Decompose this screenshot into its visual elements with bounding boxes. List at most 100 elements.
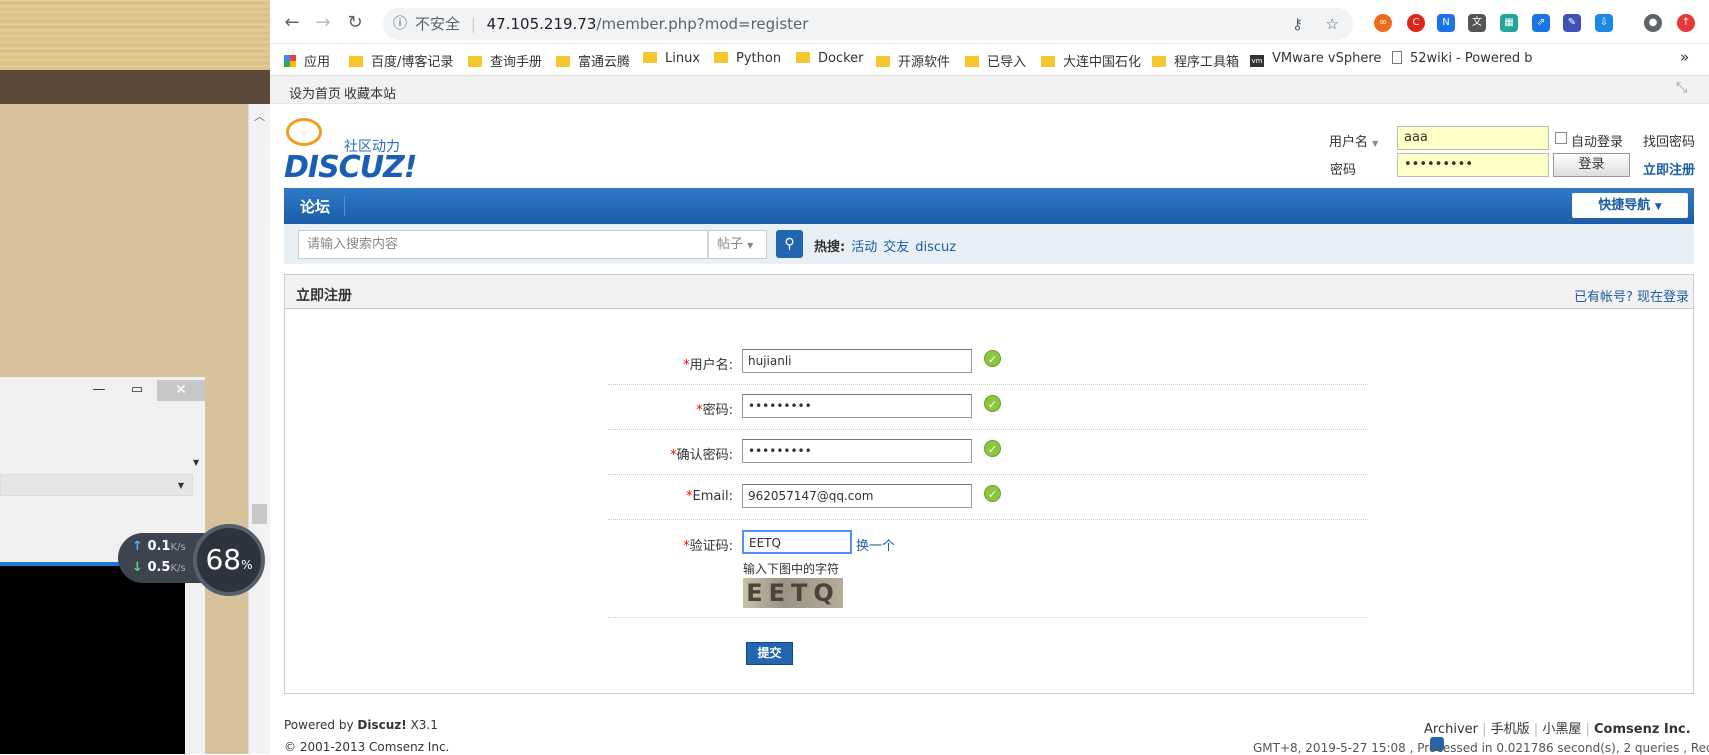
bookmark-folder[interactable]: Python xyxy=(714,51,781,66)
desktop-dark-bar xyxy=(0,70,270,104)
email-field[interactable]: 962057147@qq.com xyxy=(742,484,972,508)
bookmark-folder[interactable]: Docker xyxy=(796,51,864,66)
bookmark-folder[interactable]: Linux xyxy=(643,51,700,66)
label-text: 确认密码: xyxy=(676,448,733,463)
password-label: 密码 xyxy=(1330,163,1357,178)
logo-brand[interactable]: DISCUZ! xyxy=(284,150,417,185)
label-text: 验证码: xyxy=(689,539,733,554)
bookmarks-more-button[interactable]: » xyxy=(1680,48,1689,66)
footer-stats: GMT+8, 2019-5-27 15:08 , Processed in 0.… xyxy=(1253,741,1709,755)
captcha-image[interactable]: EETQ xyxy=(743,578,843,608)
copyright: © 2001-2013 Comsenz Inc. xyxy=(284,740,450,754)
star-icon[interactable]: ☆ xyxy=(1326,8,1339,40)
info-icon[interactable]: ⓘ xyxy=(393,8,407,40)
download-unit: K/s xyxy=(170,563,186,574)
reload-icon[interactable]: ↻ xyxy=(343,12,367,33)
search-input[interactable]: 请输入搜索内容 xyxy=(298,230,708,259)
forward-icon[interactable]: → xyxy=(311,12,335,33)
archiver-link[interactable]: Archiver xyxy=(1424,722,1478,737)
chevron-down-icon: ▼ xyxy=(747,241,754,250)
extension-link-icon[interactable]: ⇗ xyxy=(1532,14,1550,32)
extension-download-icon[interactable]: ⇩ xyxy=(1595,14,1613,32)
extension-c-icon[interactable]: C xyxy=(1407,14,1425,32)
apps-grid-icon xyxy=(284,55,296,67)
window-select[interactable]: ▼ xyxy=(0,474,193,496)
password-field[interactable]: ••••••••• xyxy=(742,394,972,418)
nav-separator xyxy=(344,196,345,216)
bookmark-folder[interactable]: 富通云腾 xyxy=(556,51,630,70)
extension-translate-icon[interactable]: 文 xyxy=(1468,14,1486,32)
login-username-input[interactable]: aaa xyxy=(1397,126,1549,150)
extension-infinity-icon[interactable]: ∞ xyxy=(1374,14,1392,32)
folder-icon xyxy=(468,56,482,67)
bookmark-apps[interactable]: 应用 xyxy=(284,51,330,70)
label-text: 密码: xyxy=(702,403,733,418)
username-field-label: *用户名: xyxy=(613,354,733,373)
download-speed: 0.5 xyxy=(147,560,171,575)
dropdown-arrow-icon[interactable]: ▼ xyxy=(193,458,199,467)
hot-item[interactable]: 活动 xyxy=(851,240,877,255)
bookmark-folder[interactable]: 百度/博客记录 xyxy=(349,51,453,70)
bookmark-52wiki[interactable]: 52wiki - Powered b xyxy=(1392,51,1572,66)
favorite-link[interactable]: 收藏本站 xyxy=(344,83,396,102)
scroll-up-icon[interactable]: ︿ xyxy=(249,108,270,124)
close-icon[interactable]: ✕ xyxy=(157,380,205,401)
address-bar[interactable]: ⓘ 不安全 | 47.105.219.73/member.php?mod=reg… xyxy=(383,8,1353,40)
chevron-down-icon: ▼ xyxy=(177,481,184,490)
scroll-thumb[interactable] xyxy=(252,504,267,524)
confirm-password-field[interactable]: ••••••••• xyxy=(742,439,972,463)
window-content-black xyxy=(0,566,185,754)
extension-new-icon[interactable]: N xyxy=(1437,14,1455,32)
have-account-link[interactable]: 已有帐号? 现在登录 xyxy=(1574,286,1689,305)
bookmark-folder[interactable]: 已导入 xyxy=(965,51,1026,70)
bookmark-label: 查询手册 xyxy=(490,55,543,70)
email-field-label: *Email: xyxy=(613,489,733,504)
extension-note-icon[interactable]: ✎ xyxy=(1563,14,1581,32)
captcha-refresh-link[interactable]: 换一个 xyxy=(856,535,895,554)
bookmark-vmware[interactable]: vm VMware vSphere xyxy=(1250,51,1381,67)
back-icon[interactable]: ← xyxy=(280,12,304,33)
bookmark-folder[interactable]: 大连中国石化 xyxy=(1041,51,1141,70)
username-field[interactable]: hujianli xyxy=(742,349,972,373)
auto-login-label: 自动登录 xyxy=(1571,135,1624,150)
usage-gauge[interactable]: 68% xyxy=(193,524,265,596)
set-home-link[interactable]: 设为首页 xyxy=(289,83,341,102)
download-arrow-icon: ↓ xyxy=(132,560,143,575)
bookmark-label: 应用 xyxy=(304,55,331,70)
update-icon[interactable]: ↑ xyxy=(1677,14,1695,32)
username-select[interactable]: 用户名 ▼ xyxy=(1329,131,1378,150)
maximize-icon[interactable]: ▭ xyxy=(124,382,150,400)
search-icon[interactable]: ⚲ xyxy=(776,230,803,258)
bookmark-label: VMware vSphere xyxy=(1272,51,1382,66)
mobile-link[interactable]: 手机版 xyxy=(1491,722,1530,737)
extension-grid-icon[interactable]: ▦ xyxy=(1500,14,1518,32)
site-topbar xyxy=(270,76,1709,104)
minimize-icon[interactable]: — xyxy=(86,382,112,400)
bookmark-label: Linux xyxy=(665,51,701,66)
usage-value: 68 xyxy=(205,543,242,576)
login-password-input[interactable]: ••••••••• xyxy=(1397,153,1549,177)
key-icon[interactable]: ⚷ xyxy=(1292,8,1303,40)
hot-item[interactable]: discuz xyxy=(915,240,956,255)
blackroom-link[interactable]: 小黑屋 xyxy=(1542,722,1581,737)
scrollbar[interactable]: ︿ xyxy=(248,104,270,754)
register-link[interactable]: 立即注册 xyxy=(1643,159,1695,178)
bookmark-label: 程序工具箱 xyxy=(1174,55,1240,70)
search-type-select[interactable]: 帖子 ▼ xyxy=(708,230,767,259)
company-link[interactable]: Comsenz Inc. xyxy=(1594,722,1691,737)
profile-icon[interactable]: ● xyxy=(1644,14,1662,32)
find-password-link[interactable]: 找回密码 xyxy=(1643,131,1695,150)
quick-nav-button[interactable]: 快捷导航 ▼ xyxy=(1572,193,1688,218)
bookmark-folder[interactable]: 开源软件 xyxy=(876,51,950,70)
powered-brand[interactable]: Discuz! xyxy=(357,718,406,732)
hot-item[interactable]: 交友 xyxy=(883,240,909,255)
nav-forum[interactable]: 论坛 xyxy=(300,196,330,217)
submit-button[interactable]: 提交 xyxy=(746,642,793,665)
bookmark-folder[interactable]: 查询手册 xyxy=(468,51,542,70)
auto-login-checkbox[interactable] xyxy=(1555,132,1567,144)
login-button[interactable]: 登录 xyxy=(1553,153,1630,177)
captcha-field[interactable]: EETQ xyxy=(742,530,852,554)
bookmark-folder[interactable]: 程序工具箱 xyxy=(1152,51,1239,70)
collapse-icon[interactable]: ⤡ xyxy=(1676,80,1687,96)
upload-speed: 0.1 xyxy=(147,539,171,554)
